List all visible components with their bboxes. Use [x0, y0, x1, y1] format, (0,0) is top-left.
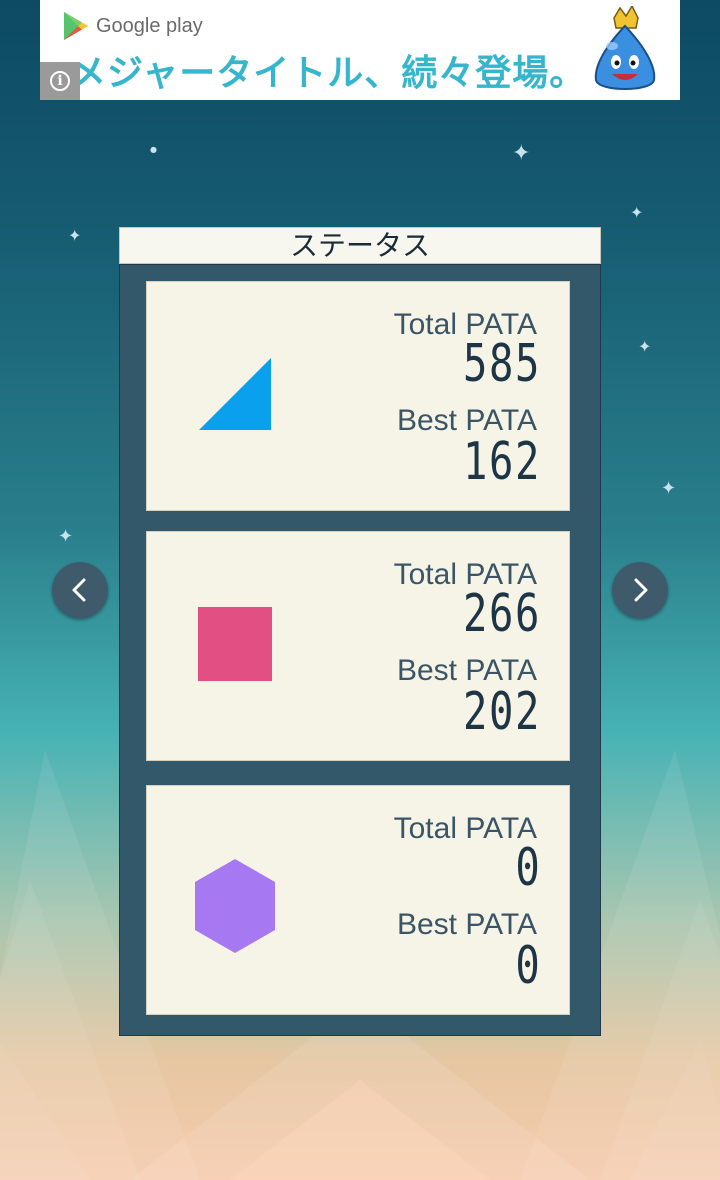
best-pata-value: 162 [463, 432, 541, 492]
info-icon: i [50, 71, 70, 91]
hexagon-icon [195, 859, 275, 953]
ad-banner[interactable]: Google play メジャータイトル、続々登場。 i [40, 0, 680, 100]
prev-page-button[interactable] [52, 562, 108, 618]
total-pata-value: 266 [463, 584, 541, 644]
stat-card-triangle: Total PATA 585 Best PATA 162 [146, 281, 570, 511]
ad-info-button[interactable]: i [40, 62, 80, 100]
stat-card-square: Total PATA 266 Best PATA 202 [146, 531, 570, 761]
star-icon: ✦ [661, 478, 677, 499]
star-icon: ✦ [68, 226, 82, 245]
panel-title: ステータス [119, 227, 601, 264]
star-icon: ✦ [630, 203, 644, 222]
play-store-icon [64, 12, 88, 40]
ad-headline: メジャータイトル、続々登場。 [70, 53, 587, 94]
star-icon: ✦ [58, 526, 74, 547]
star-icon: ● [150, 145, 157, 154]
slime-mascot-icon [594, 6, 656, 90]
google-play-label: Google play [96, 14, 203, 37]
total-pata-value: 0 [515, 838, 541, 898]
star-icon: ✦ [638, 337, 652, 356]
star-icon: ✦ [512, 141, 531, 166]
square-icon [198, 607, 272, 681]
total-pata-value: 585 [463, 334, 541, 394]
chevron-right-icon [634, 578, 648, 602]
google-play-logo: Google play [62, 10, 203, 42]
best-pata-value: 0 [515, 936, 541, 996]
triangle-icon [199, 358, 271, 430]
chevron-left-icon [72, 578, 86, 602]
next-page-button[interactable] [612, 562, 668, 618]
best-pata-value: 202 [463, 682, 541, 742]
stat-card-hexagon: Total PATA 0 Best PATA 0 [146, 785, 570, 1015]
